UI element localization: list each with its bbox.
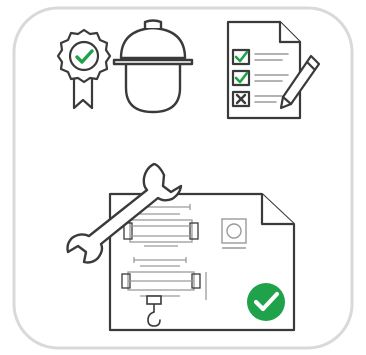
illustration-canvas xyxy=(12,6,354,350)
illustration-card xyxy=(0,0,366,355)
approved-check-icon xyxy=(247,283,285,321)
